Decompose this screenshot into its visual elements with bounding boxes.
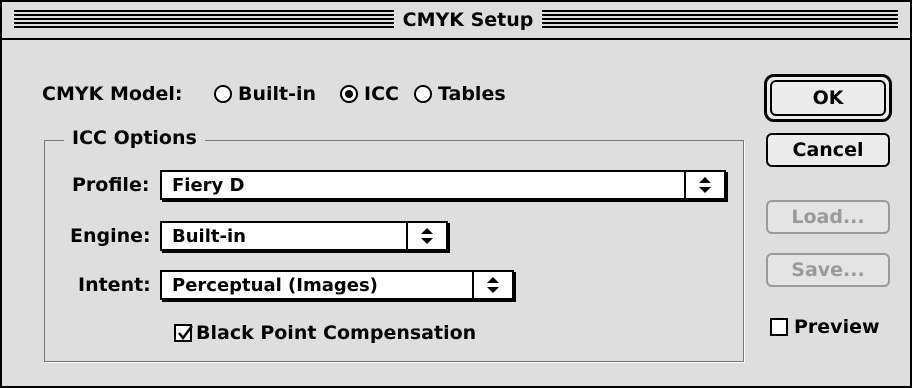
checkmark-icon [178,325,193,341]
dialog-title: CMYK Setup [394,6,542,34]
ok-button[interactable]: OK [770,80,886,116]
title-bar[interactable]: CMYK Setup [2,2,910,40]
black-point-checkbox[interactable] [174,324,193,342]
radio-tables-label[interactable]: Tables [438,82,506,106]
radio-tables[interactable] [414,85,432,103]
icc-options-title: ICC Options [64,126,205,150]
title-stripes-right [542,10,898,30]
intent-label: Intent: [78,274,151,296]
engine-popup[interactable]: Built-in [160,221,448,251]
profile-value: Fiery D [172,175,245,196]
intent-popup[interactable]: Perceptual (Images) [160,270,514,300]
title-stripes-left [14,10,394,30]
engine-label: Engine: [70,225,151,247]
updown-arrows-icon [406,223,446,249]
save-button[interactable]: Save... [766,253,890,287]
radio-built-in-label[interactable]: Built-in [238,82,316,106]
radio-icc-label[interactable]: ICC [364,82,399,106]
black-point-label[interactable]: Black Point Compensation [196,321,476,345]
intent-value: Perceptual (Images) [172,275,378,296]
preview-label[interactable]: Preview [794,315,880,339]
profile-popup[interactable]: Fiery D [160,170,726,200]
radio-icc[interactable] [340,85,358,103]
engine-value: Built-in [172,226,246,247]
preview-checkbox[interactable] [770,318,788,336]
cmyk-setup-dialog: CMYK Setup CMYK Model: Built-in ICC Tabl… [0,0,912,388]
cancel-button[interactable]: Cancel [766,133,890,167]
radio-built-in[interactable] [214,85,232,103]
updown-arrows-icon [472,272,512,298]
load-button[interactable]: Load... [766,200,890,234]
profile-label: Profile: [72,174,150,196]
cmyk-model-label: CMYK Model: [42,83,183,105]
updown-arrows-icon [684,172,724,198]
